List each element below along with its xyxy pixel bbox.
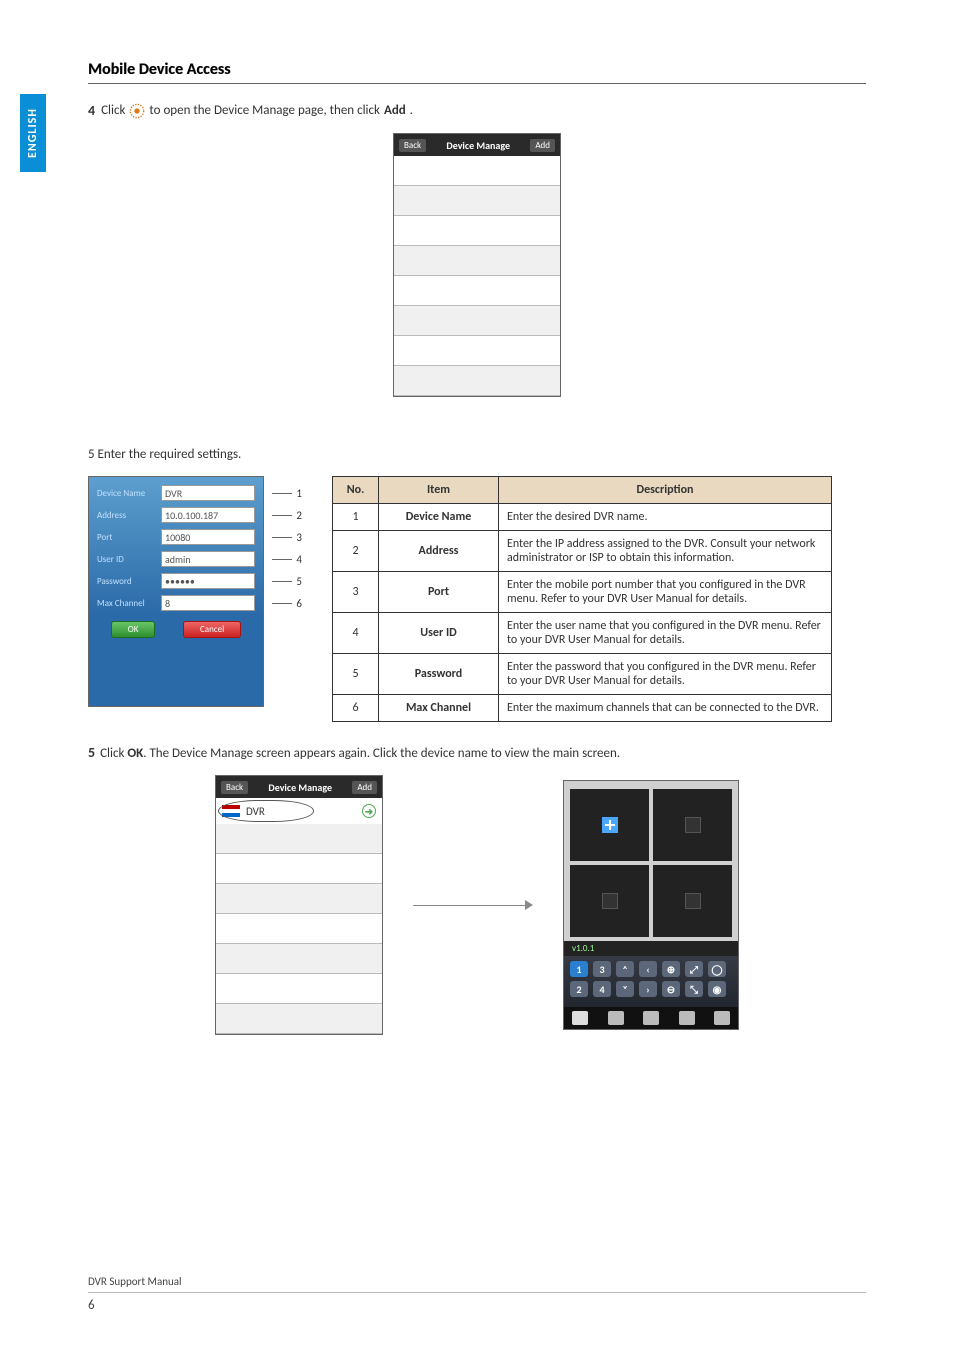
step-4-line: 4 Click to open the Device Manage page, … bbox=[88, 102, 866, 119]
step-4-text-b: . bbox=[410, 103, 413, 118]
input-password[interactable]: •••••• bbox=[161, 573, 255, 589]
key-record[interactable]: ◯ bbox=[708, 961, 726, 977]
table-row: 4User IDEnter the user name that you con… bbox=[333, 613, 832, 654]
stop-icon[interactable] bbox=[572, 1011, 588, 1025]
channel-3-slot[interactable] bbox=[570, 865, 649, 937]
step-5-bold: OK bbox=[127, 746, 143, 761]
camera-icon[interactable] bbox=[608, 1011, 624, 1025]
key-right[interactable]: › bbox=[639, 981, 657, 997]
th-desc: Description bbox=[499, 477, 832, 504]
channel-2-slot[interactable] bbox=[653, 789, 732, 861]
label-device-name: Device Name bbox=[97, 488, 161, 499]
back-button[interactable]: Back bbox=[221, 781, 248, 794]
plus-icon bbox=[602, 893, 618, 909]
step-5-line: 5 Click OK. The Device Manage screen app… bbox=[88, 744, 866, 761]
th-item: Item bbox=[379, 477, 499, 504]
callout-3: 3 bbox=[296, 531, 302, 544]
section-title: Mobile Device Access bbox=[88, 60, 866, 84]
step-4-text-a: to open the Device Manage page, then cli… bbox=[149, 103, 380, 118]
gear-icon bbox=[129, 103, 145, 119]
key-zoom-in[interactable]: ⊕ bbox=[662, 961, 680, 977]
key-2[interactable]: 2 bbox=[570, 981, 588, 997]
device-icon bbox=[222, 805, 240, 817]
step-5-number: 5 bbox=[88, 744, 95, 761]
step-5-pre: Click bbox=[100, 746, 127, 761]
step-4-bold: Add bbox=[384, 103, 406, 118]
input-user-id[interactable]: admin bbox=[161, 551, 255, 567]
settings-description-table: No. Item Description 1Device NameEnter t… bbox=[332, 476, 832, 722]
step-4-number: 4 bbox=[88, 102, 95, 119]
key-1[interactable]: 1 bbox=[570, 961, 588, 977]
add-button[interactable]: Add bbox=[352, 781, 377, 794]
table-row: 3PortEnter the mobile port number that y… bbox=[333, 572, 832, 613]
callout-2: 2 bbox=[296, 509, 302, 522]
label-address: Address bbox=[97, 510, 161, 521]
callout-5: 5 bbox=[296, 575, 302, 588]
page-number: 6 bbox=[88, 1298, 95, 1313]
cancel-button[interactable]: Cancel bbox=[183, 621, 241, 638]
channel-4-slot[interactable] bbox=[653, 865, 732, 937]
page-footer: DVR Support Manual 6 bbox=[88, 1275, 866, 1314]
key-4[interactable]: 4 bbox=[593, 981, 611, 997]
enter-settings-line: 5 Enter the required settings. bbox=[88, 447, 866, 462]
key-zoom-out[interactable]: ⊖ bbox=[662, 981, 680, 997]
table-row: 6Max ChannelEnter the maximum channels t… bbox=[333, 695, 832, 722]
label-user-id: User ID bbox=[97, 554, 161, 565]
language-tab: ENGLISH bbox=[20, 94, 46, 172]
key-up[interactable]: ˄ bbox=[616, 961, 634, 977]
bottom-toolbar bbox=[564, 1007, 738, 1029]
channel-1-slot[interactable] bbox=[570, 789, 649, 861]
control-panel: 1 3 ˄ ‹ ⊕ ⤢ ◯ 2 4 ˅ › ⊖ ⤡ ◉ bbox=[564, 956, 738, 1007]
label-port: Port bbox=[97, 532, 161, 543]
plus-icon bbox=[602, 817, 618, 833]
step-4-text-pre: Click bbox=[101, 103, 125, 118]
ok-button[interactable]: OK bbox=[111, 621, 156, 638]
key-expand[interactable]: ⤢ bbox=[685, 961, 703, 977]
device-manage-empty-screenshot: Back Device Manage Add bbox=[393, 133, 561, 397]
key-down[interactable]: ˅ bbox=[616, 981, 634, 997]
live-view-screenshot: v1.0.1 1 3 ˄ ‹ ⊕ ⤢ ◯ 2 4 ˅ › ⊖ ⤡ bbox=[563, 780, 739, 1030]
callout-4: 4 bbox=[296, 553, 302, 566]
callout-1: 1 bbox=[296, 487, 302, 500]
device-settings-form: Device NameDVR Address10.0.100.187 Port1… bbox=[88, 476, 264, 707]
settings-icon[interactable] bbox=[643, 1011, 659, 1025]
table-row: 5PasswordEnter the password that you con… bbox=[333, 654, 832, 695]
callout-numbers: 1 2 3 4 5 6 bbox=[272, 476, 302, 614]
info-icon[interactable]: ➜ bbox=[362, 804, 376, 818]
callout-6: 6 bbox=[296, 597, 302, 610]
info-icon[interactable] bbox=[714, 1011, 730, 1025]
input-device-name[interactable]: DVR bbox=[161, 485, 255, 501]
label-password: Password bbox=[97, 576, 161, 587]
input-max-channel[interactable]: 8 bbox=[161, 595, 255, 611]
key-collapse[interactable]: ⤡ bbox=[685, 981, 703, 997]
th-no: No. bbox=[333, 477, 379, 504]
key-snapshot[interactable]: ◉ bbox=[708, 981, 726, 997]
input-port[interactable]: 10080 bbox=[161, 529, 255, 545]
plus-icon bbox=[685, 893, 701, 909]
plus-icon bbox=[685, 817, 701, 833]
device-list-item[interactable]: DVR ➜ bbox=[216, 798, 382, 824]
table-row: 2AddressEnter the IP address assigned to… bbox=[333, 531, 832, 572]
version-label: v1.0.1 bbox=[564, 941, 738, 956]
key-left[interactable]: ‹ bbox=[639, 961, 657, 977]
device-name-label: DVR bbox=[246, 805, 265, 818]
device-manage-list-screenshot: Back Device Manage Add DVR ➜ bbox=[215, 775, 383, 1035]
footer-title: DVR Support Manual bbox=[88, 1275, 866, 1288]
input-address[interactable]: 10.0.100.187 bbox=[161, 507, 255, 523]
flow-arrow bbox=[413, 900, 533, 910]
label-max-channel: Max Channel bbox=[97, 598, 161, 609]
grid-icon[interactable] bbox=[679, 1011, 695, 1025]
key-3[interactable]: 3 bbox=[593, 961, 611, 977]
step-5-post: . The Device Manage screen appears again… bbox=[143, 746, 620, 761]
back-button[interactable]: Back bbox=[399, 139, 426, 152]
table-row: 1Device NameEnter the desired DVR name. bbox=[333, 504, 832, 531]
add-button[interactable]: Add bbox=[530, 139, 555, 152]
screen-title: Device Manage bbox=[268, 781, 332, 794]
screen-title: Device Manage bbox=[446, 139, 510, 152]
